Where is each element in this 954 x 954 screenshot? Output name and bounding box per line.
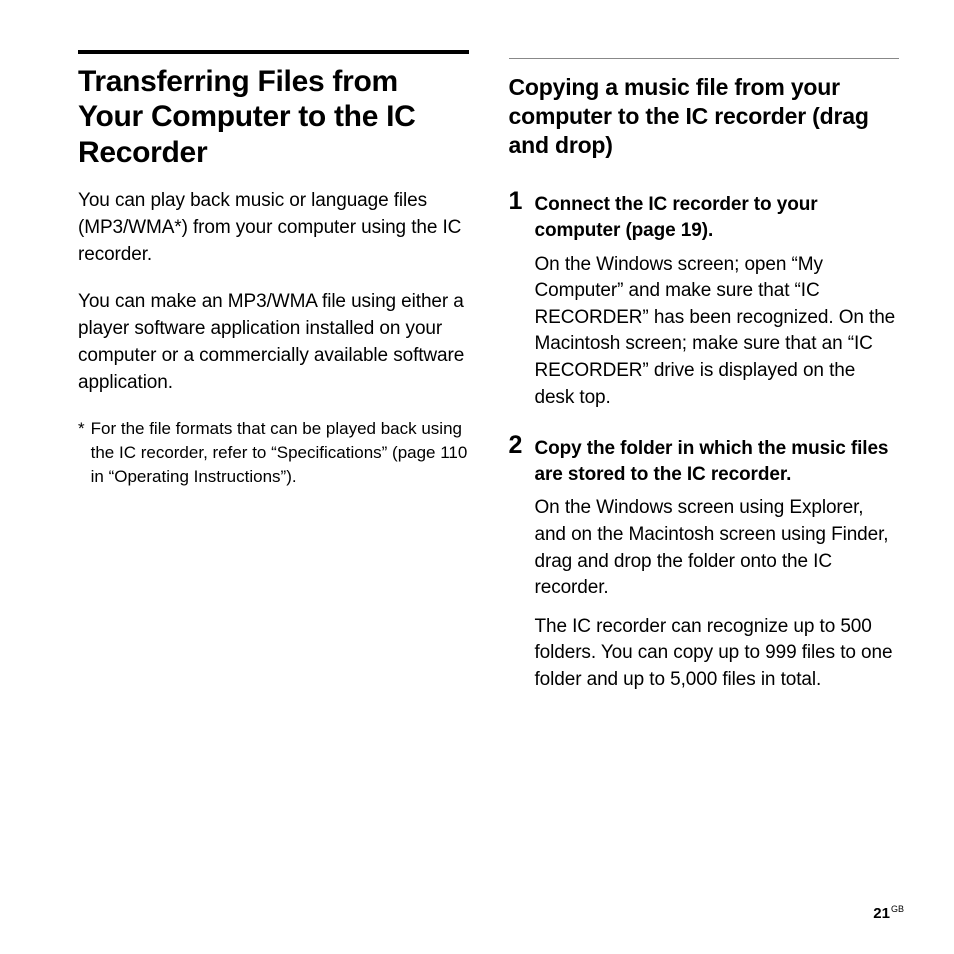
footnote: * For the file formats that can be playe… bbox=[78, 417, 469, 488]
right-column: Copying a music file from your computer … bbox=[509, 50, 900, 716]
page-columns: Transferring Files from Your Computer to… bbox=[78, 50, 899, 716]
step-content: Connect the IC recorder to your computer… bbox=[535, 189, 900, 423]
footnote-text: For the file formats that can be played … bbox=[91, 417, 469, 488]
step-body: On the Windows screen using Explorer, an… bbox=[535, 495, 900, 601]
step-content: Copy the folder in which the music files… bbox=[535, 433, 900, 705]
step-number: 1 bbox=[509, 189, 527, 423]
section-rule-thick bbox=[78, 50, 469, 54]
step-title: Connect the IC recorder to your computer… bbox=[535, 192, 900, 243]
step-1: 1 Connect the IC recorder to your comput… bbox=[509, 189, 900, 423]
step-body: The IC recorder can recognize up to 500 … bbox=[535, 614, 900, 694]
section-title: Transferring Files from Your Computer to… bbox=[78, 64, 469, 170]
page-number-value: 21 bbox=[873, 905, 890, 922]
footnote-marker: * bbox=[78, 417, 85, 488]
page-lang: GB bbox=[891, 904, 904, 914]
step-number: 2 bbox=[509, 433, 527, 705]
subsection-title: Copying a music file from your computer … bbox=[509, 73, 900, 159]
step-title: Copy the folder in which the music files… bbox=[535, 436, 900, 487]
intro-paragraph-2: You can make an MP3/WMA file using eithe… bbox=[78, 289, 469, 397]
left-column: Transferring Files from Your Computer to… bbox=[78, 50, 469, 716]
section-rule-thin bbox=[509, 58, 900, 59]
page-number: 21GB bbox=[873, 904, 904, 922]
step-2: 2 Copy the folder in which the music fil… bbox=[509, 433, 900, 705]
step-body: On the Windows screen; open “My Computer… bbox=[535, 252, 900, 412]
intro-paragraph-1: You can play back music or language file… bbox=[78, 188, 469, 269]
